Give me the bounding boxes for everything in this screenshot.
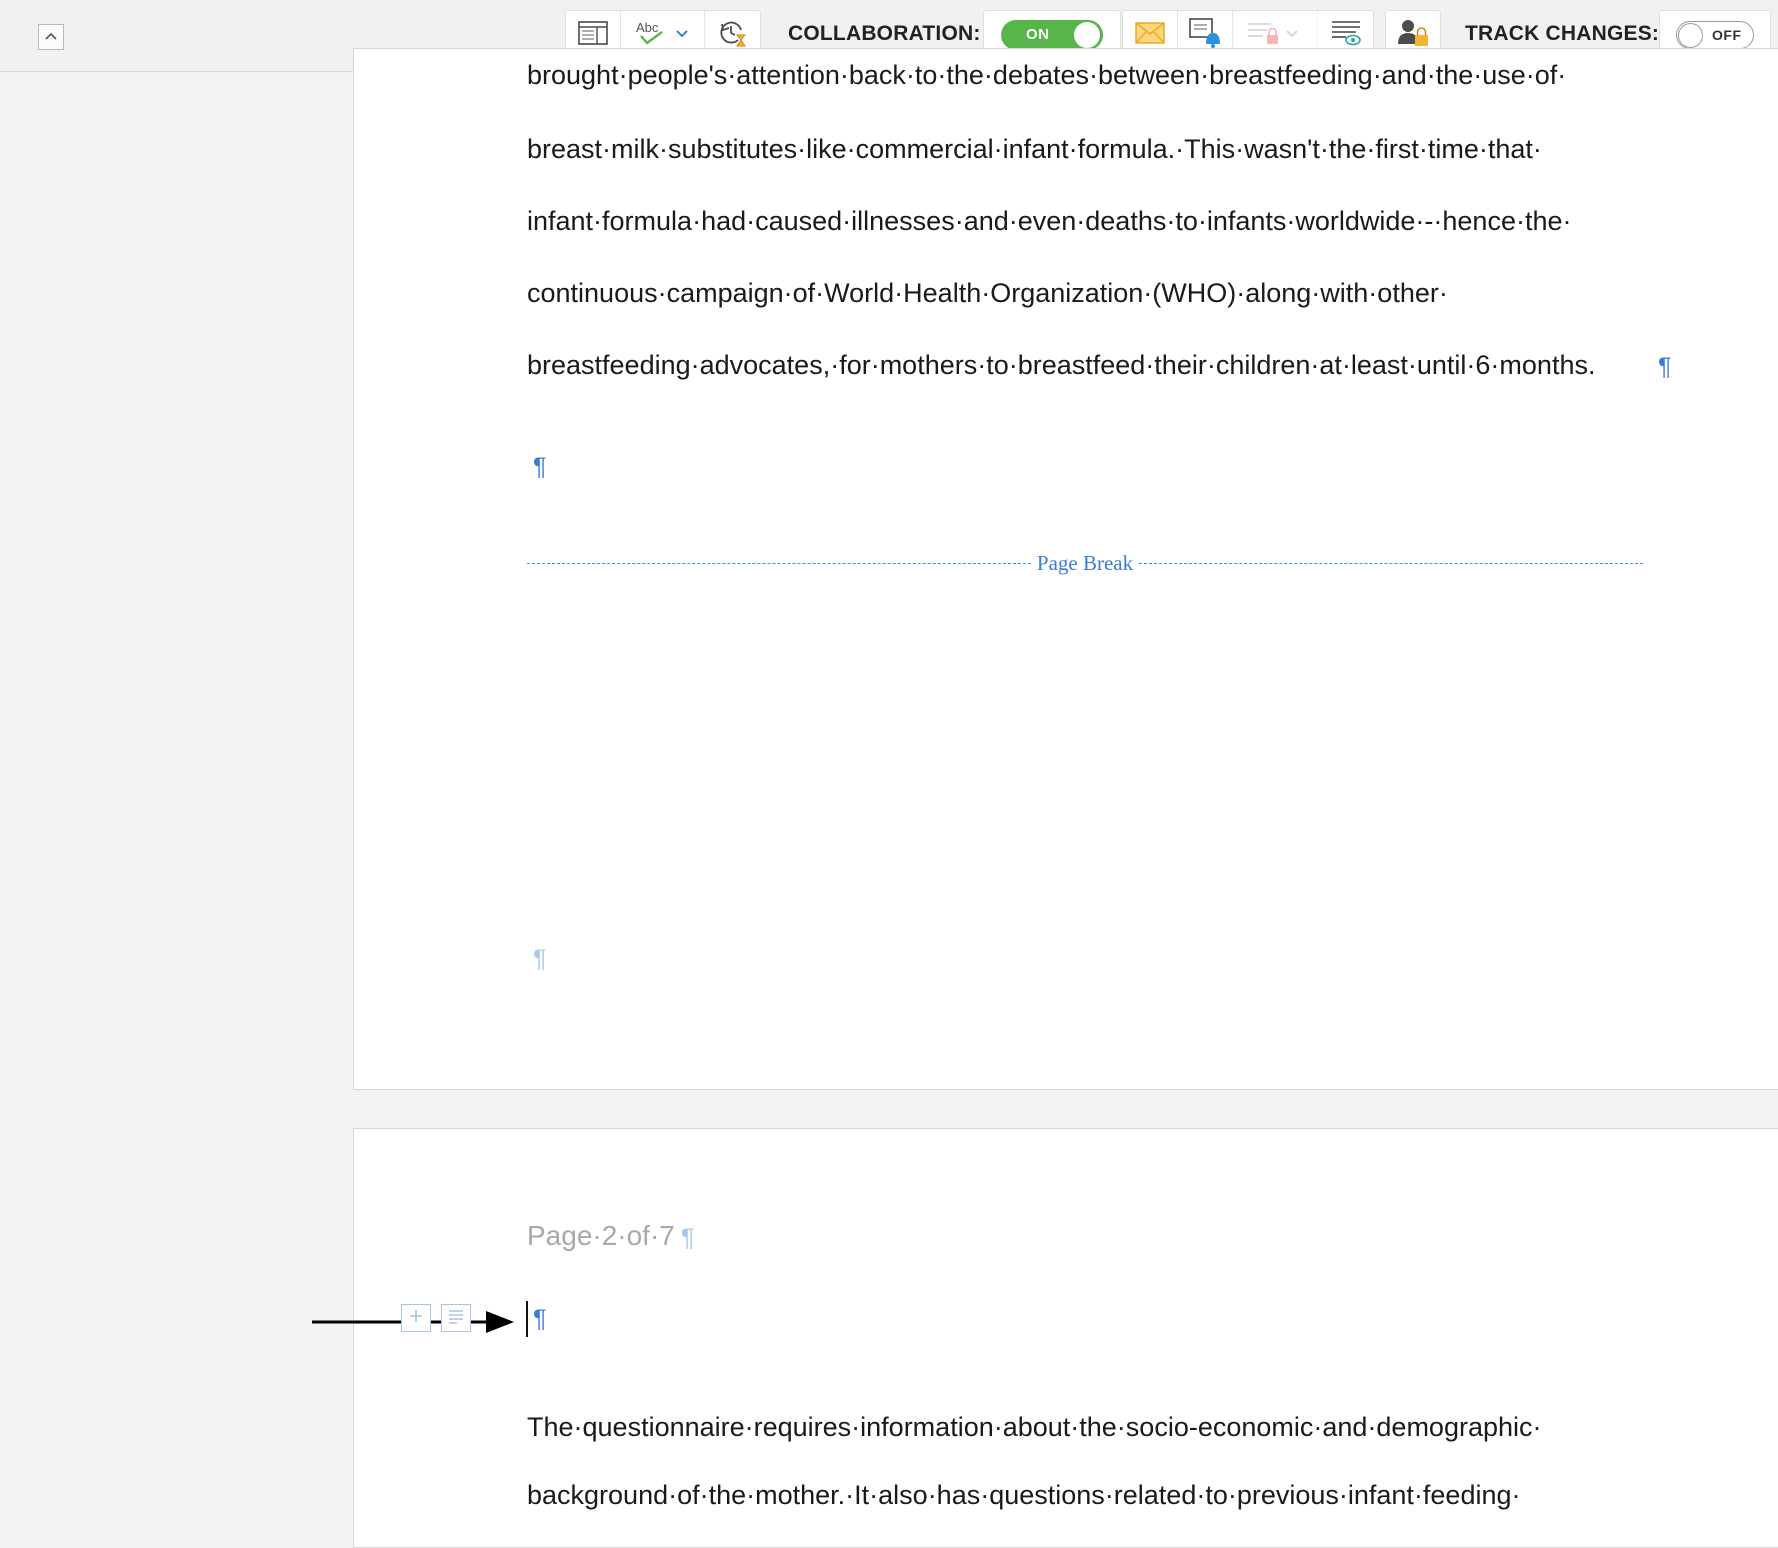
chevron-down-icon[interactable] [1285,26,1299,44]
collaboration-toggle[interactable]: ON [1001,20,1103,50]
toggle-knob [1678,23,1703,48]
review-icon [1330,19,1362,52]
paragraph-mark: ¶ [533,1305,547,1333]
paragraph-line: breast·milk·substitutes·like·commercial·… [527,134,1542,164]
track-changes-toggle-state: OFF [1712,27,1742,43]
align-icon [447,1308,465,1329]
page-break-label: Page Break [1036,551,1134,575]
paragraph-mark: ¶ [533,453,547,481]
page-break: Page Break [527,551,1643,576]
paragraph-mark: ¶ [681,1224,695,1252]
track-changes-toggle[interactable]: OFF [1676,21,1754,49]
paragraph-line: infant·formula·had·caused·illnesses·and·… [527,206,1572,236]
toggle-knob [1074,22,1100,48]
track-changes-label: TRACK CHANGES: [1465,22,1660,45]
layout-icon [578,20,608,50]
lock-list-icon [1247,20,1279,51]
paragraph-line: breastfeeding·advocates,·for·mothers·to·… [527,350,1596,380]
chevron-up-icon [44,28,58,46]
text-cursor [526,1301,528,1337]
paragraph-options-button[interactable] [441,1304,471,1332]
email-icon [1135,21,1165,49]
paragraph-line: background·of·the·mother.·It·also·has·qu… [527,1480,1521,1510]
page-header: Page·2·of·7 [527,1220,675,1251]
paragraph-line: brought·people's·attention·back·to·the·d… [527,60,1567,90]
insert-row-button[interactable] [401,1304,431,1332]
page-break-dash-left [527,563,1031,564]
page-break-dash-right [1139,563,1643,564]
collapse-button[interactable] [38,24,64,50]
svg-text:Abc: Abc [636,20,659,35]
chevron-down-icon[interactable] [675,26,689,44]
plus-icon [408,1308,424,1329]
paragraph-mark: ¶ [1658,353,1672,381]
spellcheck-icon: Abc [635,19,669,52]
paragraph-mark: ¶ [533,945,547,973]
collaboration-toggle-state: ON [1026,26,1050,43]
paragraph-line: The·questionnaire·requires·information·a… [527,1412,1542,1442]
paragraph-line: continuous·campaign·of·World·Health·Orga… [527,278,1448,308]
collaboration-label: COLLABORATION: [788,22,981,45]
